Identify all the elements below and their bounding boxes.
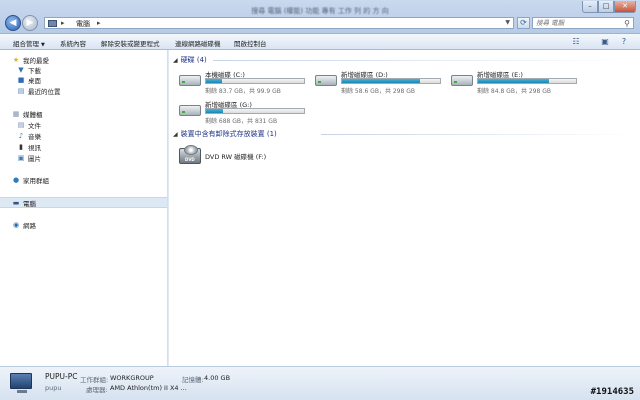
drive-f-dvd[interactable]: DVD DVD RW 磁碟機 (F:) bbox=[179, 145, 309, 172]
watermark: #1914635 bbox=[590, 387, 634, 397]
drive-d[interactable]: 新增磁碟區 (D:) 剩餘 58.6 GB，共 298 GB bbox=[315, 69, 445, 95]
maximize-button[interactable]: □ bbox=[598, 1, 614, 13]
nav-recent[interactable]: ▤ 最近的位置 bbox=[17, 86, 61, 96]
hard-drive-icon bbox=[451, 75, 473, 86]
address-bar[interactable]: ▸ 電腦 ▸ ▼ bbox=[44, 17, 514, 29]
refresh-button[interactable]: ⟳ bbox=[517, 17, 530, 29]
group-header-hard-disks[interactable]: ◢ 硬碟 (4) bbox=[173, 55, 207, 65]
download-icon: ▼ bbox=[18, 66, 24, 74]
music-icon: ♪ bbox=[18, 132, 24, 140]
nav-videos[interactable]: ▮ 視訊 bbox=[17, 142, 41, 152]
drive-usage-fill bbox=[206, 79, 222, 83]
open-control-panel-button[interactable]: 開啟控制台 bbox=[234, 38, 267, 48]
workgroup-value: WORKGROUP bbox=[110, 374, 154, 382]
nav-downloads[interactable]: ▼ 下載 bbox=[17, 65, 41, 75]
computer-icon bbox=[10, 373, 32, 393]
preview-pane-icon[interactable]: ▣ bbox=[599, 37, 611, 47]
content-pane: ◢ 硬碟 (4) 本機磁碟 (C:) 剩餘 83.7 GB，共 99.9 GB 新… bbox=[169, 50, 640, 366]
search-input[interactable] bbox=[536, 18, 621, 28]
drive-usage-bar bbox=[205, 108, 305, 114]
computer-icon: ▬ bbox=[12, 199, 20, 207]
drive-free-space: 剩餘 58.6 GB，共 298 GB bbox=[341, 88, 415, 95]
search-icon[interactable]: ⚲ bbox=[624, 19, 630, 28]
processor-label: 處理器: bbox=[86, 386, 108, 394]
minimize-button[interactable]: – bbox=[582, 1, 598, 13]
system-properties-button[interactable]: 系統內容 bbox=[60, 38, 86, 48]
processor-value: AMD Athlon(tm) II X4 ... bbox=[110, 384, 187, 392]
hard-drive-icon bbox=[315, 75, 337, 86]
drive-usage-fill bbox=[342, 79, 421, 83]
details-pane: PUPU-PC 工作群組: WORKGROUP 記憶體: 4.00 GB pup… bbox=[0, 366, 640, 400]
pictures-icon: ▣ bbox=[17, 154, 25, 162]
network-icon: ◉ bbox=[12, 221, 20, 229]
nav-pictures[interactable]: ▣ 圖片 bbox=[17, 153, 41, 163]
breadcrumb-separator[interactable]: ▸ bbox=[97, 19, 101, 27]
dvd-drive-icon: DVD bbox=[179, 145, 201, 164]
nav-documents[interactable]: ▤ 文件 bbox=[17, 120, 41, 130]
help-icon[interactable]: ? bbox=[618, 37, 630, 47]
drive-usage-fill bbox=[206, 109, 223, 113]
collapse-arrow-icon: ◢ bbox=[173, 57, 178, 64]
video-icon: ▮ bbox=[19, 143, 23, 151]
nav-favorites[interactable]: ★ 我的最愛 bbox=[12, 55, 49, 65]
memory-label: 記憶體: bbox=[182, 376, 204, 384]
command-bar: 組合管理 ▼ 系統內容 解除安裝或變更程式 連線網路磁碟機 開啟控制台 ☷ ▣ ? bbox=[0, 34, 640, 50]
drive-free-space: 剩餘 688 GB，共 831 GB bbox=[205, 118, 278, 125]
title-bar: 搜尋 電腦 (權能) 功能 專有 工作 列 的 方 向 – □ ✕ ◀ ▶ ▸ … bbox=[0, 0, 640, 34]
hard-drive-icon bbox=[179, 105, 201, 116]
drive-free-space: 剩餘 83.7 GB，共 99.9 GB bbox=[205, 88, 281, 95]
group-divider bbox=[321, 134, 633, 135]
organize-menu[interactable]: 組合管理 ▼ bbox=[13, 38, 45, 48]
star-icon: ★ bbox=[12, 56, 20, 64]
recent-places-icon: ▤ bbox=[17, 87, 25, 95]
nav-desktop[interactable]: ■ 桌面 bbox=[17, 75, 41, 85]
uninstall-program-button[interactable]: 解除安裝或變更程式 bbox=[101, 38, 160, 48]
drive-e[interactable]: 新增磁碟區 (E:) 剩餘 84.8 GB，共 298 GB bbox=[451, 69, 581, 95]
view-options-icon[interactable]: ☷ bbox=[570, 37, 582, 47]
group-header-removable[interactable]: ◢ 裝置中含有卸除式存放裝置 (1) bbox=[173, 129, 277, 139]
hard-drive-icon bbox=[179, 75, 201, 86]
chevron-down-icon: ▼ bbox=[41, 42, 45, 48]
drive-c[interactable]: 本機磁碟 (C:) 剩餘 83.7 GB，共 99.9 GB bbox=[179, 69, 309, 95]
drive-usage-bar bbox=[477, 78, 577, 84]
nav-libraries[interactable]: ▦ 媒體櫃 bbox=[12, 109, 43, 119]
nav-network[interactable]: ◉ 網路 bbox=[12, 220, 36, 230]
drive-usage-bar bbox=[205, 78, 305, 84]
user-name: pupu bbox=[45, 384, 62, 392]
homegroup-icon: ● bbox=[12, 176, 20, 184]
back-button[interactable]: ◀ bbox=[5, 15, 21, 31]
close-button[interactable]: ✕ bbox=[614, 1, 636, 13]
forward-button[interactable]: ▶ bbox=[22, 15, 38, 31]
window-title: 搜尋 電腦 (權能) 功能 專有 工作 列 的 方 向 bbox=[251, 7, 389, 15]
breadcrumb-separator[interactable]: ▸ bbox=[61, 19, 65, 27]
address-dropdown-icon[interactable]: ▼ bbox=[505, 19, 510, 26]
navigation-pane: ★ 我的最愛 ▼ 下載 ■ 桌面 ▤ 最近的位置 ▦ 媒體櫃 ▤ 文件 ♪ 音樂 ▮ 視訊 ▣ 圖… bbox=[0, 50, 168, 366]
collapse-arrow-icon: ◢ bbox=[173, 131, 178, 138]
memory-value: 4.00 GB bbox=[204, 374, 231, 382]
drive-name: DVD RW 磁碟機 (F:) bbox=[205, 153, 267, 161]
disc-icon bbox=[184, 145, 198, 155]
workgroup-label: 工作群組: bbox=[80, 376, 109, 384]
computer-icon bbox=[48, 20, 57, 27]
drive-usage-bar bbox=[341, 78, 441, 84]
nav-music[interactable]: ♪ 音樂 bbox=[17, 131, 41, 141]
pc-name: PUPU-PC bbox=[45, 372, 78, 381]
library-icon: ▦ bbox=[12, 110, 20, 118]
nav-computer[interactable]: ▬ 電腦 bbox=[12, 198, 36, 208]
search-box[interactable]: ⚲ bbox=[532, 17, 634, 29]
drive-g[interactable]: 新增磁碟區 (G:) 剩餘 688 GB，共 831 GB bbox=[179, 99, 309, 125]
group-divider bbox=[213, 60, 633, 61]
nav-homegroup[interactable]: ● 家用群組 bbox=[12, 175, 49, 185]
drive-free-space: 剩餘 84.8 GB，共 298 GB bbox=[477, 88, 551, 95]
drive-usage-fill bbox=[478, 79, 549, 83]
map-network-drive-button[interactable]: 連線網路磁碟機 bbox=[175, 38, 221, 48]
documents-icon: ▤ bbox=[17, 121, 25, 129]
desktop-icon: ■ bbox=[17, 76, 25, 84]
breadcrumb-computer[interactable]: 電腦 bbox=[76, 19, 90, 29]
